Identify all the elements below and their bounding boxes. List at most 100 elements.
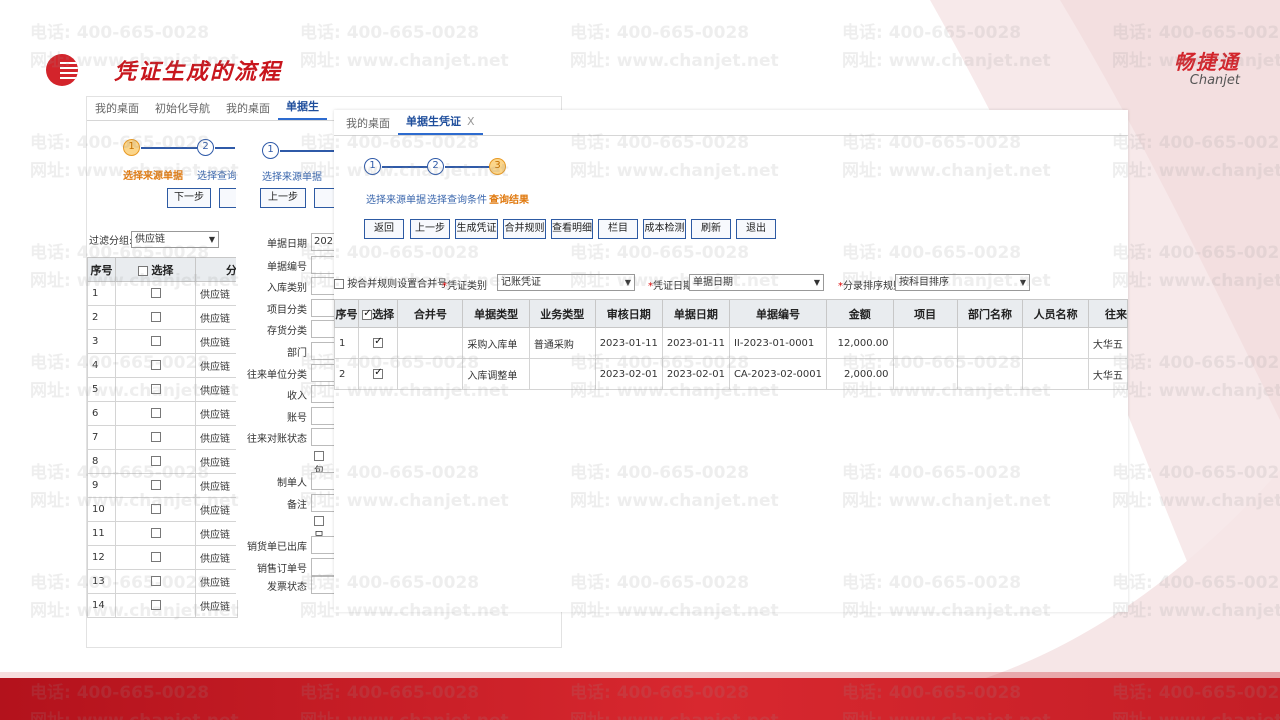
watermark-phone: 电话: 400-665-0028	[300, 23, 480, 43]
remark-label: 备注	[287, 500, 307, 511]
sold-out-field[interactable]	[311, 536, 335, 554]
row-checkbox[interactable]	[150, 432, 161, 442]
income-field[interactable]	[311, 385, 335, 403]
row-checkbox[interactable]	[150, 360, 161, 370]
row-no: 9	[87, 473, 116, 498]
row-no: 2	[87, 305, 116, 330]
exit-button[interactable]: 退出	[736, 219, 776, 239]
account-field[interactable]	[311, 407, 335, 425]
merge-rules-button[interactable]: 合并规则	[503, 219, 546, 239]
inv-status-field[interactable]	[311, 576, 335, 594]
table-row[interactable]: 13 供应链	[87, 569, 238, 594]
columns-button[interactable]: 栏目	[598, 219, 638, 239]
refresh-button[interactable]: 刷新	[691, 219, 731, 239]
table-row[interactable]: 7 供应链	[87, 425, 238, 450]
row-checkbox[interactable]	[150, 480, 161, 490]
include-checkbox[interactable]	[314, 451, 324, 461]
sort-rule-label: 分录排序规则	[843, 281, 903, 292]
row-checkbox[interactable]	[150, 408, 161, 418]
row-checkbox[interactable]	[150, 552, 161, 562]
recon-status-field[interactable]	[311, 428, 335, 446]
view-details-button[interactable]: 查看明细	[551, 219, 593, 239]
row-amount: 2,000.00	[826, 358, 894, 390]
table-row[interactable]: 14 供应链	[87, 593, 238, 618]
col-header-partner: 往来	[1087, 299, 1128, 328]
table-row[interactable]: 3 供应链	[87, 329, 238, 354]
tab-desktop-2[interactable]: 我的桌面	[218, 98, 278, 120]
window-query-results: 我的桌面 单据生凭证 X 1 2 3 选择来源单据 选择查询条件 查询结果 返回 …	[334, 110, 1128, 612]
col-header-no: 序号	[334, 299, 359, 328]
tab-doc-voucher[interactable]: 单据生	[278, 97, 327, 120]
prev-step-button[interactable]: 上一步	[410, 219, 450, 239]
partner-cat-field[interactable]	[311, 364, 335, 382]
row-no: 2	[334, 358, 359, 390]
back-button[interactable]: 返回	[364, 219, 404, 239]
row-select-cell	[115, 449, 196, 474]
row-checkbox[interactable]	[150, 576, 161, 586]
tab-doc-voucher[interactable]: 单据生凭证 X	[398, 111, 483, 135]
voucher-type-select[interactable]: 记账凭证 ▼	[497, 274, 635, 291]
cost-check-button[interactable]: 成本检测	[643, 219, 686, 239]
close-tab-icon[interactable]: X	[467, 115, 475, 128]
select-all-checkbox[interactable]	[362, 308, 373, 320]
table-row[interactable]: 1采购入库单普通采购2023-01-112023-01-11II-2023-01…	[334, 327, 1128, 359]
doc-date-field[interactable]: 2023	[311, 233, 335, 251]
table-row[interactable]: 8 供应链	[87, 449, 238, 474]
row-checkbox[interactable]	[150, 528, 161, 538]
remark-field[interactable]	[311, 494, 335, 512]
row-checkbox[interactable]	[150, 504, 161, 514]
row-checkbox[interactable]	[373, 367, 384, 379]
step-2-label: 选择查询条件	[427, 195, 487, 206]
watermark-phone: 电话: 400-665-0028	[1112, 353, 1280, 373]
stock-cat-field[interactable]	[311, 320, 335, 338]
table-row[interactable]: 2入库调整单2023-02-012023-02-01CA-2023-02-000…	[334, 358, 1128, 390]
table-row[interactable]: 12 供应链	[87, 545, 238, 570]
dept-field[interactable]	[311, 342, 335, 360]
row-no: 10	[87, 497, 116, 522]
prev-step-button[interactable]: 上一步	[260, 188, 306, 208]
row-checkbox[interactable]	[150, 600, 161, 610]
row-doc-date: 2023-02-01	[661, 358, 730, 390]
next-step-button[interactable]: 下一步	[167, 188, 211, 208]
row-checkbox[interactable]	[150, 456, 161, 466]
table-row[interactable]: 6 供应链	[87, 401, 238, 426]
table-row[interactable]: 10 供应链	[87, 497, 238, 522]
col-header-merge-no: 合并号	[397, 299, 464, 328]
generate-voucher-button[interactable]: 生成凭证	[455, 219, 498, 239]
wizard-steps-2: 1 选择来源单据	[236, 142, 335, 192]
doc-no-field[interactable]	[311, 256, 335, 274]
col-header-amount: 金额	[826, 299, 894, 328]
table-row[interactable]: 1 供应链	[87, 281, 238, 306]
so-no-field[interactable]	[311, 558, 335, 576]
tab-desktop[interactable]: 我的桌面	[334, 113, 398, 135]
row-checkbox[interactable]	[150, 312, 161, 322]
only-checkbox[interactable]	[314, 516, 324, 526]
sort-rule-select[interactable]: 按科目排序 ▼	[895, 274, 1030, 291]
select-all-checkbox[interactable]	[137, 265, 148, 276]
next-step-button[interactable]	[314, 188, 335, 208]
table-row[interactable]: 5 供应链	[87, 377, 238, 402]
in-type-field[interactable]	[311, 277, 335, 295]
item-cat-field[interactable]	[311, 299, 335, 317]
step-1-label: 选择来源单据	[262, 172, 322, 183]
row-select-cell	[357, 358, 399, 390]
brand-logo: 畅捷通 Chanjet	[1174, 46, 1240, 88]
filter-group-select[interactable]: 供应链 ▼	[131, 231, 219, 248]
row-checkbox[interactable]	[150, 336, 161, 346]
row-checkbox[interactable]	[150, 384, 161, 394]
table-row[interactable]: 4 供应链	[87, 353, 238, 378]
voucher-date-select[interactable]: 单据日期 ▼	[689, 274, 824, 291]
maker-field[interactable]	[311, 472, 335, 490]
table-row[interactable]: 9 供应链	[87, 473, 238, 498]
row-biz-type	[528, 358, 596, 390]
col-header-dept: 部门名称	[956, 299, 1024, 328]
tab-init-guide[interactable]: 初始化导航	[147, 98, 218, 120]
row-category: 供应链	[195, 521, 238, 546]
merge-by-rule-checkbox[interactable]	[334, 279, 344, 289]
row-checkbox[interactable]	[373, 336, 384, 348]
row-checkbox[interactable]	[150, 288, 161, 298]
table-row[interactable]: 2 供应链	[87, 305, 238, 330]
watermark-site: 网址: www.chanjet.net	[842, 51, 1051, 71]
tab-desktop[interactable]: 我的桌面	[87, 98, 147, 120]
table-row[interactable]: 11 供应链	[87, 521, 238, 546]
